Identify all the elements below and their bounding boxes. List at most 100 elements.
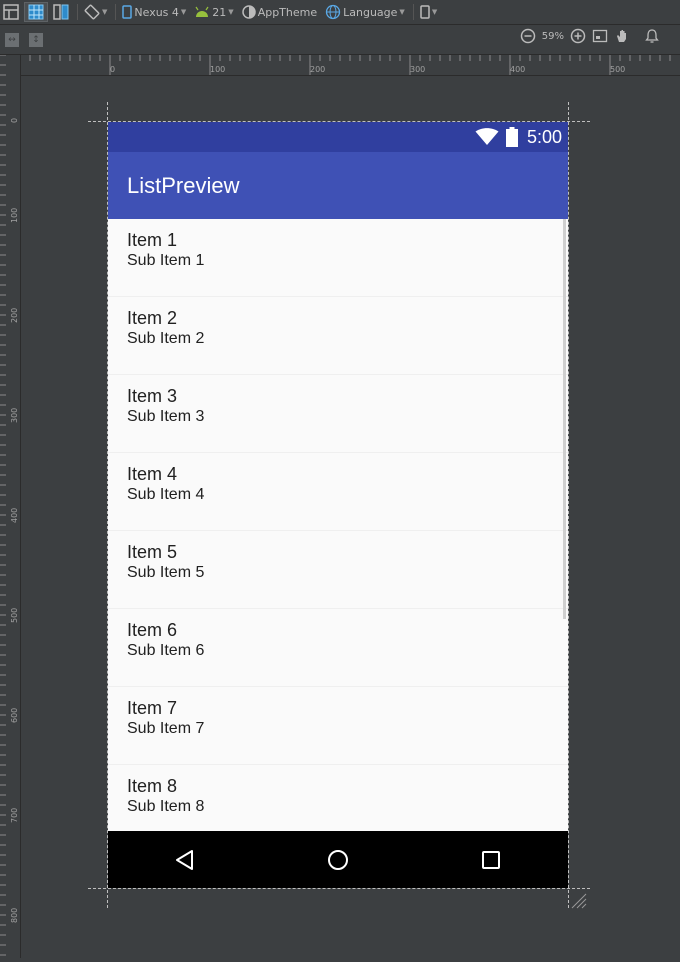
toolbar-separator [115,4,117,20]
item-subtitle: Sub Item 6 [127,642,205,659]
language-label: Language [343,5,398,19]
pan-hand-icon[interactable] [614,28,630,44]
language-dropdown[interactable]: Language ▼ [322,2,408,22]
phone-outline-icon [420,5,430,19]
list-view[interactable]: Item 1 Sub Item 1 Item 2 Sub Item 2 Item… [108,219,568,831]
api-level-label: 21 [212,5,227,19]
device-preview[interactable]: 5:00 ListPreview Item 1 Sub Item 1 Item … [108,122,568,888]
zoom-in-icon[interactable] [570,28,586,44]
wifi-icon [475,128,499,145]
chevron-down-icon: ▼ [228,8,234,16]
resize-handle-icon[interactable] [568,890,588,910]
ruler-tick-label: 300 [10,407,19,423]
ruler-tick-label: 600 [10,707,19,723]
zoom-controls: 59% [520,28,660,44]
list-item[interactable]: Item 5 Sub Item 5 [108,531,568,609]
guide-line-right [568,102,569,908]
ruler-tick-label: 100 [210,65,226,74]
ruler-tick-label: 700 [10,807,19,823]
phone-icon [122,5,133,19]
device-label: Nexus 4 [134,5,179,19]
zoom-toolbar: ↔ ↕ 59% [0,25,680,55]
zoom-to-fit-icon[interactable] [592,28,608,44]
item-title: Item 3 [127,386,178,406]
list-item[interactable]: Item 4 Sub Item 4 [108,453,568,531]
vertical-ruler: 0 100 200 300 400 500 600 700 800 [0,54,21,958]
design-view-button[interactable] [0,2,22,22]
theme-button[interactable]: AppTheme [239,2,320,22]
list-item[interactable]: Item 8 Sub Item 8 [108,765,568,831]
chevron-down-icon: ▼ [431,8,438,16]
recents-icon [482,850,501,869]
chevron-down-icon: ▼ [102,8,108,16]
notifications-icon[interactable] [644,28,660,44]
android-icon [195,6,209,17]
ruler-tick-label: 800 [10,907,19,923]
app-bar: ListPreview [108,152,568,219]
item-title: Item 8 [127,776,178,796]
item-subtitle: Sub Item 3 [127,408,205,425]
theme-icon [241,5,256,19]
item-subtitle: Sub Item 7 [127,720,205,737]
list-item[interactable]: Item 2 Sub Item 2 [108,297,568,375]
home-icon [327,849,348,870]
blueprint-view-button[interactable] [24,2,48,22]
recents-button[interactable] [471,840,511,880]
blueprint-view-icon [28,4,44,20]
theme-label: AppTheme [257,5,318,19]
item-title: Item 4 [127,464,178,484]
zoom-out-icon[interactable] [520,28,536,44]
status-bar: 5:00 [108,122,568,152]
device-dropdown[interactable]: Nexus 4 ▼ [119,2,189,22]
split-view-button[interactable] [50,2,72,22]
item-title: Item 1 [127,230,178,250]
design-view-icon [3,4,19,20]
item-title: Item 2 [127,308,178,328]
toolbar-separator [77,4,78,20]
list-item[interactable]: Item 3 Sub Item 3 [108,375,568,453]
chevron-down-icon: ▼ [399,8,405,16]
editor-toolbar: ▼ Nexus 4 ▼ 21 ▼ AppTheme Language ▼ ▼ [0,0,680,25]
item-subtitle: Sub Item 1 [127,252,205,269]
item-title: Item 6 [127,620,178,640]
zoom-level: 59% [541,30,564,42]
app-title: ListPreview [127,172,240,198]
horizontal-ruler-ticks [19,55,671,75]
ruler-tick-label: 400 [10,507,19,523]
horizontal-ruler: 0 100 200 300 400 500 [19,55,680,76]
fit-height-icon[interactable]: ↕ [29,32,43,47]
ruler-tick-label: 500 [10,607,19,623]
battery-icon [505,127,518,147]
api-level-dropdown[interactable]: 21 ▼ [191,2,236,22]
rotate-device-icon [84,4,100,20]
ruler-tick-label: 500 [610,65,626,74]
ruler-tick-label: 0 [10,117,19,123]
fit-width-icon[interactable]: ↔ [5,32,19,47]
orientation-dropdown[interactable]: ▼ [81,2,110,22]
home-button[interactable] [318,840,358,880]
list-scrollbar[interactable] [563,219,566,619]
ruler-tick-label: 200 [10,307,19,323]
ruler-tick-label: 300 [410,65,426,74]
back-button[interactable] [165,840,205,880]
globe-icon [325,4,341,20]
chevron-down-icon: ▼ [180,8,187,16]
split-view-icon [53,4,69,20]
navigation-bar [108,831,568,888]
ruler-tick-label: 200 [310,65,326,74]
ruler-tick-label: 100 [10,207,19,223]
item-subtitle: Sub Item 2 [127,330,205,347]
device-frame-dropdown[interactable]: ▼ [417,2,440,22]
list-item[interactable]: Item 6 Sub Item 6 [108,609,568,687]
toolbar-separator [412,4,414,20]
list-item[interactable]: Item 1 Sub Item 1 [108,219,568,297]
list-item[interactable]: Item 7 Sub Item 7 [108,687,568,765]
item-subtitle: Sub Item 4 [127,486,205,503]
back-icon [175,849,193,870]
guide-line-bottom [88,888,590,889]
item-subtitle: Sub Item 5 [127,564,205,581]
ruler-tick-label: 0 [110,65,116,74]
ruler-tick-label: 400 [510,65,526,74]
item-subtitle: Sub Item 8 [127,798,205,815]
status-time: 5:00 [526,126,562,147]
